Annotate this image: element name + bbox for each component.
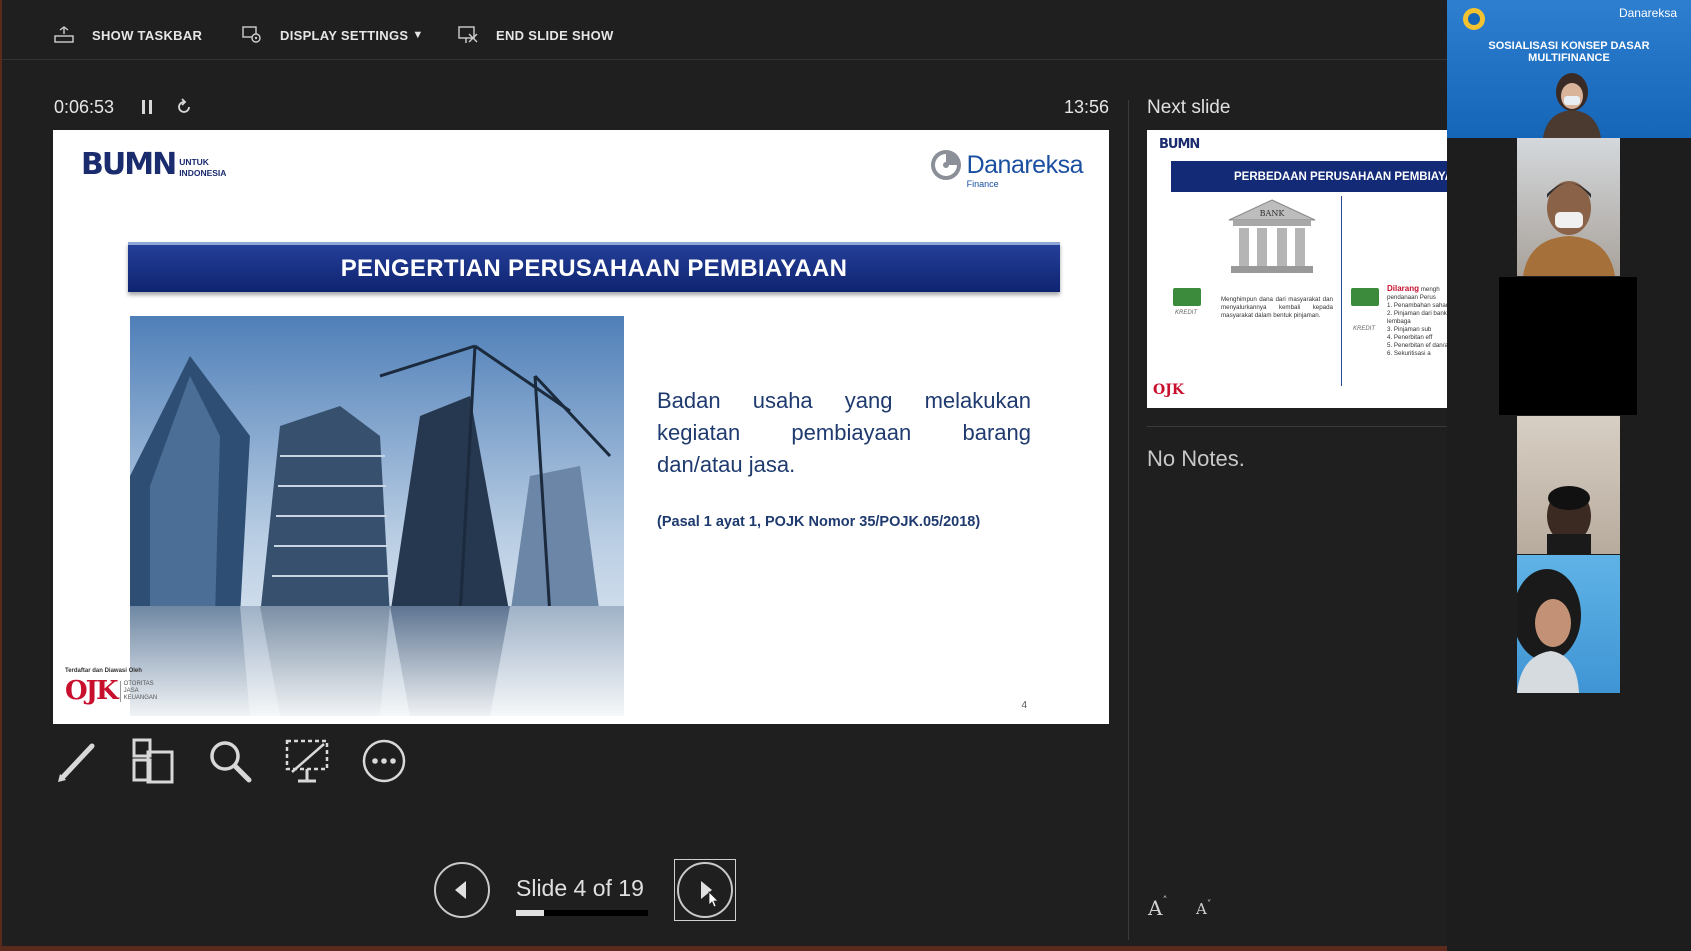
bumn-logo-text: BUMN <box>81 147 177 182</box>
ojk-sub-3: KEUANGAN <box>123 694 158 701</box>
danareksa-logo: Danareksa Finance <box>929 148 1084 189</box>
clock: 13:56 <box>1064 97 1110 117</box>
end-slide-show-button[interactable]: END SLIDE SHOW <box>458 24 614 46</box>
slide-progress-bar <box>516 910 648 916</box>
ns-right-text: pendanaan Perus <box>1387 294 1436 301</box>
display-settings-label: DISPLAY SETTINGS <box>280 27 409 43</box>
slide-reference: (Pasal 1 ayat 1, POJK Nomor 35/POJK.05/2… <box>657 514 981 530</box>
see-all-slides-icon[interactable] <box>130 738 176 784</box>
emblem-icon <box>1463 8 1485 30</box>
ojk-word: OJK <box>65 676 119 706</box>
ns-ojk-logo: OJK <box>1153 382 1184 398</box>
slide-page-number: 4 <box>1021 700 1027 711</box>
video-participants: Danareksa SOSIALISASI KONSEP DASAR MULTI… <box>1447 0 1691 951</box>
end-slide-show-label: END SLIDE SHOW <box>496 27 614 43</box>
ojk-sub-2: JASA <box>123 687 139 694</box>
kredit-label-right: KREDIT <box>1353 326 1376 332</box>
pause-icon[interactable] <box>138 98 156 116</box>
taskbar-icon <box>54 26 74 43</box>
ns-list: 1. Penambahan saham; 2. Pinjaman dari ban… <box>1387 302 1447 358</box>
notes-divider <box>1147 426 1447 427</box>
participant-video-2 <box>1499 277 1637 415</box>
bumn-sub-1: UNTUK <box>179 157 209 167</box>
presenter-video <box>1543 73 1601 138</box>
previous-slide-button[interactable] <box>434 862 490 918</box>
money-icon <box>1173 288 1201 306</box>
video-banner-logo: Danareksa <box>1618 6 1677 20</box>
ns-bumn-logo: BUMN <box>1159 137 1200 152</box>
show-taskbar-button[interactable]: SHOW TASKBAR <box>54 24 202 46</box>
presenter-view: SHOW TASKBAR DISPLAY SETTINGS ▼ END SLID… <box>2 0 1447 946</box>
ns-list-item: 2. Pinjaman dari bank, lembaga <box>1387 310 1447 325</box>
triangle-right-icon <box>701 881 719 908</box>
video-banner-title: SOSIALISASI KONSEP DASAR MULTIFINANCE <box>1488 40 1650 64</box>
ns-left-text: Menghimpun dana dari masyarakat dan meny… <box>1221 296 1333 319</box>
next-slide-preview[interactable]: BUMN PERBEDAAN PERUSAHAAN PEMBIAYAAN BAN… <box>1147 130 1447 408</box>
display-settings-icon <box>242 26 261 43</box>
ns-right-heading-rest: mengh <box>1420 286 1440 293</box>
bank-label: BANK <box>1260 209 1286 218</box>
zoom-icon[interactable] <box>207 738 253 784</box>
ojk-top-text: Terdaftar dan Diawasi Oleh <box>65 668 142 674</box>
kredit-label-left: KREDIT <box>1175 310 1198 316</box>
display-settings-button[interactable]: DISPLAY SETTINGS ▼ <box>242 24 424 46</box>
slide-title: PENGERTIAN PERUSAHAAN PEMBIAYAAN <box>128 242 1060 292</box>
presenter-toolbar: SHOW TASKBAR DISPLAY SETTINGS ▼ END SLID… <box>2 0 1447 60</box>
ojk-sub-1: OTORITAS <box>123 680 154 687</box>
bank-icon: BANK <box>1228 199 1316 273</box>
money-icon-right <box>1351 288 1379 306</box>
elapsed-timer: 0:06:53 <box>54 97 115 117</box>
bumn-logo: BUMN UNTUK INDONESIA <box>81 150 226 180</box>
slide-counter[interactable]: Slide 4 of 19 <box>516 875 644 902</box>
current-slide[interactable]: BUMN UNTUK INDONESIA Danareksa Finance P… <box>53 130 1109 724</box>
participant-video-1 <box>1517 138 1620 276</box>
triangle-left-icon <box>455 881 466 899</box>
danareksa-text: Danareksa <box>966 151 1084 179</box>
next-slide-title: PERBEDAAN PERUSAHAAN PEMBIAYAAN <box>1171 161 1447 192</box>
slide-body-text: Badan usaha yang melakukan kegiatan pemb… <box>657 385 1031 481</box>
participant-video-4 <box>1517 555 1620 693</box>
ns-right-heading: Dilarang <box>1387 284 1420 293</box>
slide-progress-fill <box>516 910 544 916</box>
body-line-3: dan/atau jasa. <box>657 452 796 477</box>
next-slide-button-frame[interactable] <box>674 859 736 921</box>
panel-divider <box>1128 100 1129 940</box>
body-line-2: kegiatan pembiayaan barang <box>657 420 1031 445</box>
next-slide-label: Next slide <box>1147 97 1231 118</box>
body-line-1: Badan usaha yang melakukan <box>657 388 1031 413</box>
participant-video-3 <box>1517 416 1620 554</box>
next-slide-button[interactable] <box>677 862 733 918</box>
ns-right-block: Dilarang mengh pendanaan Perus 1. Penamb… <box>1387 285 1447 358</box>
pen-icon[interactable] <box>54 738 100 784</box>
bumn-sub-2: INDONESIA <box>179 168 227 178</box>
end-show-icon <box>458 26 478 43</box>
ns-list-item: 4. Penerbitan eff <box>1387 334 1433 341</box>
chevron-down-icon: ▼ <box>412 29 424 41</box>
video-banner: Danareksa SOSIALISASI KONSEP DASAR MULTI… <box>1447 0 1691 138</box>
show-taskbar-label: SHOW TASKBAR <box>92 27 203 43</box>
black-screen-icon[interactable] <box>284 738 330 784</box>
more-options-icon[interactable] <box>361 738 407 784</box>
danareksa-sub: Finance <box>966 179 999 189</box>
ns-list-item: 5. Penerbitan ef dan/atau <box>1387 342 1447 349</box>
decrease-font-icon[interactable]: A˅ <box>1196 900 1211 918</box>
danareksa-mark-icon <box>930 150 961 180</box>
ns-list-item: 6. Sekuritisasi a <box>1387 350 1431 357</box>
ns-divider <box>1341 196 1342 386</box>
building-photo <box>130 316 624 716</box>
ns-list-item: 1. Penambahan saham; <box>1387 302 1447 309</box>
restart-timer-icon[interactable] <box>175 98 193 116</box>
ns-list-item: 3. Pinjaman sub <box>1387 326 1432 333</box>
speaker-notes: No Notes. <box>1147 446 1245 471</box>
ojk-logo: Terdaftar dan Diawasi Oleh OJK OTORITAS … <box>65 668 157 706</box>
increase-font-icon[interactable]: A˄ <box>1148 896 1167 920</box>
